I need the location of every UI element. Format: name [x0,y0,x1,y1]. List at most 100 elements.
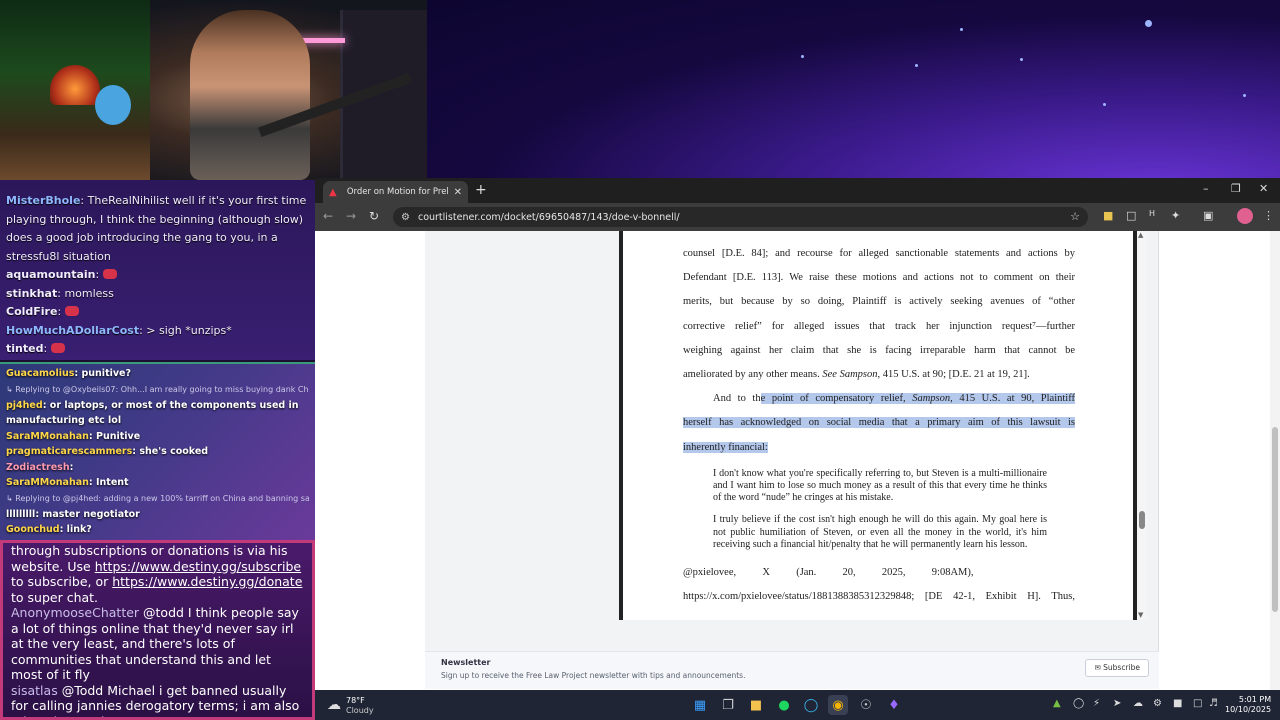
chat-username[interactable]: SaraMMonahan [6,477,89,488]
network-icon[interactable]: □ [1193,698,1202,709]
reply-context: ↳ Replying to @Oxybeils07: Ohh...I am re… [6,384,309,394]
chat-username[interactable]: pj4hed [6,400,43,411]
emote-icon [65,306,80,316]
chat-message: pj4hed: or laptops, or most of the compo… [6,398,309,429]
tab-title: Order on Motion for Preliminary [346,187,449,197]
chat-username[interactable]: Guacamolius [6,368,74,379]
reload-icon[interactable]: ↻ [369,209,379,223]
weather-condition[interactable]: Cloudy [346,706,374,715]
chat-username[interactable]: ColdFire [6,305,57,318]
tray-icon[interactable]: ➤ [1113,698,1121,709]
webcam-streamer [190,10,310,180]
app-icon[interactable]: ♦ [884,695,904,715]
tray-icon[interactable]: ☁ [1133,698,1143,709]
chat-message: Zodiactresh: [6,460,309,476]
tray-icon[interactable]: ■ [1173,698,1182,709]
tray-icon[interactable]: ⚡ [1093,698,1100,709]
pdf-line: inherently financial: [683,436,1075,460]
profile-avatar[interactable] [1237,208,1253,224]
chat-username: sisatlas [11,682,58,698]
pdf-selection: herself has acknowledged on social media… [683,417,1075,429]
chat-message: Guacamolius: punitive? [6,366,309,382]
space-background [427,0,1280,178]
scroll-up-icon[interactable]: ▲ [1138,231,1143,239]
url-text: courtlistener.com/docket/69650487/143/do… [417,211,680,223]
subscribe-link[interactable]: https://www.destiny.gg/subscribe [95,559,301,574]
minimize-icon[interactable]: – [1203,182,1209,195]
chat-username: AnonymooseChatter [11,605,140,620]
close-window-icon[interactable]: ✕ [1259,182,1268,195]
star [1020,58,1023,61]
obs-icon[interactable]: ☉ [856,695,876,715]
star [1243,94,1246,97]
folder-icon[interactable]: ■ [1103,209,1113,222]
chat-overlay: MisterBhole: TheRealNihilist well if it'… [0,180,315,720]
chat-username[interactable]: SaraMMonahan [6,431,89,442]
system-clock[interactable]: 5:01 PM 10/10/2025 [1225,695,1271,715]
edge-icon[interactable]: ◯ [801,695,821,715]
pdf-line: merits, but because by so doing, Plainti… [683,296,1075,308]
spotify-icon[interactable]: ● [774,695,794,715]
message-text: : > sigh *unzips* [139,323,232,337]
close-tab-icon[interactable]: ✕ [454,187,462,198]
extension-icon[interactable]: H [1149,209,1155,218]
chat-username[interactable]: MisterBhole [6,194,80,207]
sidebar-icon[interactable]: ▣ [1203,209,1213,222]
file-explorer-icon[interactable]: ■ [746,695,766,715]
message-text: : [57,305,62,318]
pdf-citation: Sampson [912,393,951,405]
message-text: : link? [59,524,92,535]
chat-message: stinkhat: momless [6,285,309,304]
subscribe-label: Subscribe [1103,663,1140,672]
chat-username[interactable]: stinkhat [6,287,57,300]
tray-icon[interactable]: ⚙ [1153,698,1162,709]
message-text: to subscribe, or [11,574,113,589]
volume-icon[interactable]: ♬ [1209,698,1218,709]
pdf-scrollbar[interactable]: ▲ ▼ [1137,231,1147,620]
nvidia-tray-icon[interactable]: ▲ [1053,698,1061,709]
donate-link[interactable]: https://www.destiny.gg/donate [112,574,302,589]
chat-username[interactable]: aquamountain [6,268,96,281]
chrome-icon[interactable]: ◉ [828,695,848,715]
maximize-icon[interactable]: ❐ [1231,182,1241,195]
message-text: : [95,268,100,281]
scroll-down-icon[interactable]: ▼ [1138,611,1143,619]
webcam-plush [95,85,131,125]
weather-temp[interactable]: 78°F [346,696,365,705]
puzzle-icon[interactable]: ✦ [1171,209,1180,222]
menu-icon[interactable]: ⋮ [1263,209,1274,222]
chat-message: through subscriptions or donations is vi… [11,543,304,605]
start-icon[interactable]: ▦ [690,695,710,715]
chat-username[interactable]: Zodiactresh [6,462,70,473]
trash-icon[interactable]: □ [1126,209,1136,222]
pdf-line: corrective relief” for alleged issues th… [683,320,1075,332]
newsletter-title: Newsletter [441,658,491,667]
task-view-icon[interactable]: ❐ [718,695,738,715]
site-info-icon[interactable]: ⚙ [401,212,410,223]
pdf-scroll-thumb[interactable] [1139,511,1145,529]
clock-time: 5:01 PM [1238,695,1272,704]
chat-message: MisterBhole: TheRealNihilist well if it'… [6,192,309,266]
subscribe-button[interactable]: ✉ Subscribe [1085,659,1149,677]
new-tab-icon[interactable]: + [475,182,487,198]
chat-username[interactable]: lllllllll [6,509,35,520]
chat-message: SaraMMonahan: Punitive [6,429,309,445]
tray-icon[interactable]: ◯ [1073,698,1084,709]
chat-username[interactable]: HowMuchADollarCost [6,324,139,337]
browser-window: ▲ Order on Motion for Preliminary ✕ + – … [315,178,1280,690]
back-icon[interactable]: ← [323,209,333,223]
bookmark-star-icon[interactable]: ☆ [1070,210,1080,223]
cloud-icon[interactable]: ☁ [327,697,341,713]
forward-icon[interactable]: → [346,209,356,223]
chat-top-panel: MisterBhole: TheRealNihilist well if it'… [0,180,315,360]
pdf-selection: e point of compensatory relief, Sampson,… [760,393,1075,405]
page-scroll-thumb[interactable] [1272,427,1278,612]
tab-order-on-motion[interactable]: ▲ Order on Motion for Preliminary ✕ [323,181,468,203]
chat-username[interactable]: tinted [6,342,43,355]
browser-toolbar: ← → ↻ ⚙ courtlistener.com/docket/6965048… [315,203,1280,231]
address-bar[interactable]: ⚙ courtlistener.com/docket/69650487/143/… [393,207,1088,227]
chat-username[interactable]: Goonchud [6,524,60,535]
page-scrollbar[interactable] [1270,231,1280,690]
newsletter-banner: Newsletter Sign up to receive the Free L… [425,651,1159,689]
chat-username[interactable]: pragmaticarescammers [6,446,132,457]
